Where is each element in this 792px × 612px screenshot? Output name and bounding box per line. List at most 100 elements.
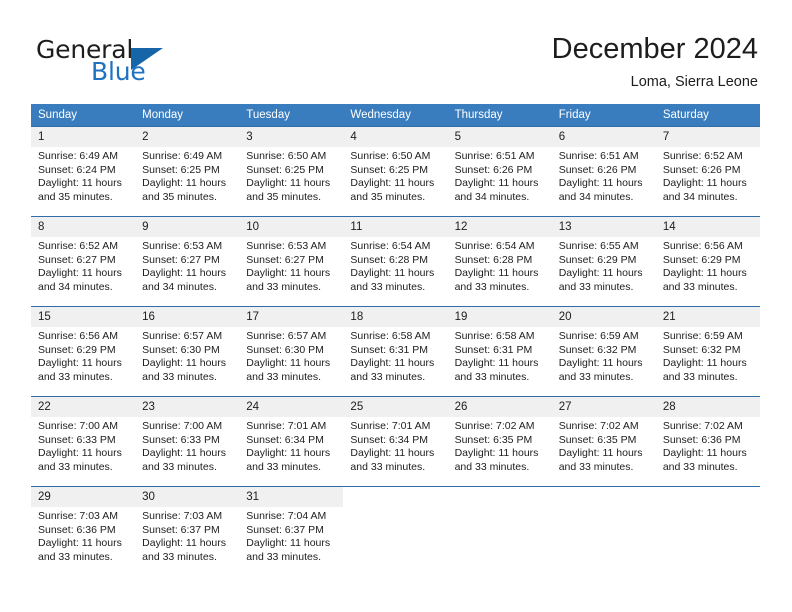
daylight-text-line2: and 34 minutes. xyxy=(558,190,634,203)
calendar-day-cell[interactable]: 16 Sunrise: 6:57 AM Sunset: 6:30 PM Dayligh… xyxy=(135,306,240,397)
daylight-text-line2: and 35 minutes. xyxy=(246,190,321,203)
calendar-day-cell[interactable]: 12 Sunrise: 6:54 AM Sunset: 6:28 PM Dayligh… xyxy=(447,216,552,307)
calendar-day-cell[interactable]: 31 Sunrise: 7:04 AM Sunset: 6:37 PM Dayligh… xyxy=(239,486,344,577)
sunset-text: Sunset: 6:34 PM xyxy=(246,433,324,446)
sunrise-text: Sunrise: 6:52 AM xyxy=(38,240,118,252)
calendar-day-cell[interactable]: 5 Sunrise: 6:51 AM Sunset: 6:26 PM Daylight… xyxy=(447,126,552,217)
day-number: 19 xyxy=(447,307,552,327)
sunrise-text: Sunrise: 6:59 AM xyxy=(662,330,743,342)
calendar-day-cell[interactable]: 3 Sunrise: 6:50 AM Sunset: 6:25 PM Daylight… xyxy=(239,126,344,217)
calendar-day-cell[interactable]: 6 Sunrise: 6:51 AM Sunset: 6:26 PM Daylight… xyxy=(551,126,656,217)
daylight-text-line2: and 35 minutes. xyxy=(350,190,426,203)
daylight-text-line2: and 33 minutes. xyxy=(38,460,113,473)
daylight-text-line2: and 33 minutes. xyxy=(662,280,738,293)
sunrise-text: Sunrise: 7:03 AM xyxy=(142,510,223,522)
calendar-day-cell[interactable]: 19 Sunrise: 6:58 AM Sunset: 6:31 PM Dayligh… xyxy=(447,306,552,397)
sunset-text: Sunset: 6:24 PM xyxy=(38,163,116,176)
day-details: Sunrise: 6:49 AM Sunset: 6:24 PM Daylight:… xyxy=(31,147,135,204)
daylight-text-line2: and 33 minutes. xyxy=(246,280,321,293)
calendar-day-cell[interactable]: 10 Sunrise: 6:53 AM Sunset: 6:27 PM Dayligh… xyxy=(239,216,344,307)
calendar-day-cell[interactable]: 9 Sunrise: 6:53 AM Sunset: 6:27 PM Daylight… xyxy=(135,216,240,307)
general-blue-logo[interactable]: General Blue xyxy=(36,36,276,92)
day-details: Sunrise: 6:58 AM Sunset: 6:31 PM Daylight:… xyxy=(448,327,552,384)
sunrise-text: Sunrise: 6:57 AM xyxy=(142,330,223,342)
sunset-text: Sunset: 6:33 PM xyxy=(142,433,220,446)
calendar-weekday-header: Sunday Monday Tuesday Wednesday Thursday… xyxy=(31,104,760,127)
title-block: December 2024 Loma, Sierra Leone xyxy=(552,32,758,91)
sunrise-text: Sunrise: 6:51 AM xyxy=(558,150,639,162)
day-number: 31 xyxy=(239,487,344,507)
calendar-day-cell[interactable]: 27 Sunrise: 7:02 AM Sunset: 6:35 PM Dayligh… xyxy=(551,396,656,487)
day-number: 28 xyxy=(655,397,760,417)
day-details: Sunrise: 7:04 AM Sunset: 6:37 PM Daylight:… xyxy=(239,507,343,564)
sunset-text: Sunset: 6:30 PM xyxy=(246,343,324,356)
calendar-day-cell[interactable]: 13 Sunrise: 6:55 AM Sunset: 6:29 PM Dayligh… xyxy=(551,216,656,307)
calendar-day-cell[interactable]: 25 Sunrise: 7:01 AM Sunset: 6:34 PM Dayligh… xyxy=(343,396,448,487)
calendar-day-cell[interactable]: 8 Sunrise: 6:52 AM Sunset: 6:27 PM Daylight… xyxy=(31,216,136,307)
calendar-day-cell[interactable]: 20 Sunrise: 6:59 AM Sunset: 6:32 PM Dayligh… xyxy=(551,306,656,397)
calendar-day-cell[interactable]: 21 Sunrise: 6:59 AM Sunset: 6:32 PM Dayligh… xyxy=(655,306,760,397)
day-details: Sunrise: 6:57 AM Sunset: 6:30 PM Daylight:… xyxy=(135,327,239,384)
day-number: 12 xyxy=(447,217,552,237)
sunrise-text: Sunrise: 6:58 AM xyxy=(350,330,431,342)
sunrise-text: Sunrise: 6:51 AM xyxy=(454,150,535,162)
daylight-text-line2: and 34 minutes. xyxy=(142,280,217,293)
day-number: 23 xyxy=(135,397,240,417)
calendar-day-cell[interactable]: 14 Sunrise: 6:56 AM Sunset: 6:29 PM Dayligh… xyxy=(655,216,760,307)
calendar-day-cell[interactable]: 28 Sunrise: 7:02 AM Sunset: 6:36 PM Dayligh… xyxy=(655,396,760,487)
sunrise-text: Sunrise: 6:53 AM xyxy=(142,240,223,252)
daylight-text-line2: and 33 minutes. xyxy=(142,550,217,563)
daylight-text-line1: Daylight: 11 hours xyxy=(38,177,122,190)
daylight-text-line2: and 33 minutes. xyxy=(38,550,113,563)
weekday-header-tuesday: Tuesday xyxy=(239,104,344,127)
day-number: 8 xyxy=(31,217,136,237)
sunset-text: Sunset: 6:36 PM xyxy=(662,433,741,446)
daylight-text-line1: Daylight: 11 hours xyxy=(454,447,539,460)
day-number: 9 xyxy=(135,217,240,237)
calendar-day-cell[interactable]: 11 Sunrise: 6:54 AM Sunset: 6:28 PM Dayligh… xyxy=(343,216,448,307)
calendar-table: Sunday Monday Tuesday Wednesday Thursday… xyxy=(31,104,760,577)
daylight-text-line1: Daylight: 11 hours xyxy=(350,267,435,280)
daylight-text-line1: Daylight: 11 hours xyxy=(142,537,226,550)
calendar-day-cell[interactable]: 15 Sunrise: 6:56 AM Sunset: 6:29 PM Dayligh… xyxy=(31,306,136,397)
daylight-text-line1: Daylight: 11 hours xyxy=(142,267,226,280)
calendar-day-cell[interactable]: 24 Sunrise: 7:01 AM Sunset: 6:34 PM Dayligh… xyxy=(239,396,344,487)
calendar-day-cell[interactable]: 4 Sunrise: 6:50 AM Sunset: 6:25 PM Daylight… xyxy=(343,126,448,217)
daylight-text-line1: Daylight: 11 hours xyxy=(558,267,643,280)
sunset-text: Sunset: 6:27 PM xyxy=(38,253,116,266)
daylight-text-line1: Daylight: 11 hours xyxy=(662,447,747,460)
day-number: 27 xyxy=(551,397,656,417)
calendar-day-cell[interactable]: 17 Sunrise: 6:57 AM Sunset: 6:30 PM Dayligh… xyxy=(239,306,344,397)
day-number: 5 xyxy=(447,127,552,147)
daylight-text-line2: and 34 minutes. xyxy=(454,190,530,203)
daylight-text-line2: and 33 minutes. xyxy=(662,460,738,473)
calendar-day-cell[interactable]: 7 Sunrise: 6:52 AM Sunset: 6:26 PM Daylight… xyxy=(655,126,760,217)
calendar-day-cell[interactable]: 1 Sunrise: 6:49 AM Sunset: 6:24 PM Daylight… xyxy=(31,126,136,217)
sunrise-text: Sunrise: 7:04 AM xyxy=(246,510,327,522)
day-details: Sunrise: 6:52 AM Sunset: 6:26 PM Daylight:… xyxy=(656,147,760,204)
page-header: General Blue December 2024 Loma, Sierra … xyxy=(0,0,792,100)
day-number: 11 xyxy=(343,217,448,237)
calendar-day-cell[interactable]: 26 Sunrise: 7:02 AM Sunset: 6:35 PM Dayligh… xyxy=(447,396,552,487)
day-details: Sunrise: 7:00 AM Sunset: 6:33 PM Daylight:… xyxy=(31,417,135,474)
sunrise-text: Sunrise: 7:03 AM xyxy=(38,510,118,522)
daylight-text-line2: and 33 minutes. xyxy=(350,460,426,473)
calendar-day-cell[interactable]: 2 Sunrise: 6:49 AM Sunset: 6:25 PM Daylight… xyxy=(135,126,240,217)
day-details: Sunrise: 7:03 AM Sunset: 6:36 PM Daylight:… xyxy=(31,507,135,564)
day-number: 13 xyxy=(551,217,656,237)
brand-name-blue: Blue xyxy=(91,57,146,86)
calendar-day-cell[interactable]: 30 Sunrise: 7:03 AM Sunset: 6:37 PM Dayligh… xyxy=(135,486,240,577)
sunrise-text: Sunrise: 6:50 AM xyxy=(350,150,431,162)
sunrise-text: Sunrise: 6:54 AM xyxy=(350,240,431,252)
calendar-day-cell[interactable]: 18 Sunrise: 6:58 AM Sunset: 6:31 PM Dayligh… xyxy=(343,306,448,397)
daylight-text-line1: Daylight: 11 hours xyxy=(350,447,435,460)
sunset-text: Sunset: 6:28 PM xyxy=(350,253,429,266)
calendar-day-cell[interactable]: 29 Sunrise: 7:03 AM Sunset: 6:36 PM Dayligh… xyxy=(31,486,136,577)
day-details: Sunrise: 6:53 AM Sunset: 6:27 PM Daylight:… xyxy=(135,237,239,294)
calendar-day-cell[interactable]: 23 Sunrise: 7:00 AM Sunset: 6:33 PM Dayligh… xyxy=(135,396,240,487)
weekday-header-wednesday: Wednesday xyxy=(343,104,448,127)
day-details: Sunrise: 6:51 AM Sunset: 6:26 PM Daylight:… xyxy=(552,147,656,204)
day-number: 16 xyxy=(135,307,240,327)
day-number: 21 xyxy=(655,307,760,327)
calendar-day-cell[interactable]: 22 Sunrise: 7:00 AM Sunset: 6:33 PM Dayligh… xyxy=(31,396,136,487)
